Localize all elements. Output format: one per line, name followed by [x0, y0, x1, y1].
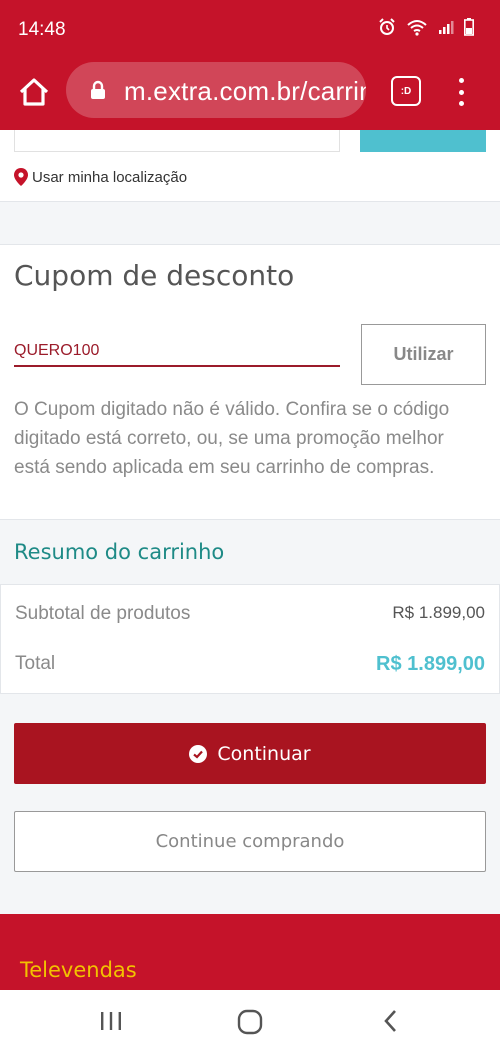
coupon-title: Cupom de desconto [14, 259, 295, 292]
televendas-label: Televendas [20, 958, 137, 982]
cep-input[interactable] [14, 130, 340, 152]
recent-apps-icon[interactable] [98, 1008, 124, 1034]
continue-label: Continuar [217, 742, 311, 765]
continue-shopping-button[interactable]: Continue comprando [14, 811, 486, 872]
battery-icon [464, 18, 474, 36]
lock-icon [91, 80, 105, 99]
use-location-label: Usar minha localização [32, 168, 188, 186]
coupon-input[interactable] [14, 327, 340, 367]
back-icon[interactable] [380, 1008, 402, 1034]
continue-button[interactable]: Continuar [14, 723, 486, 784]
status-time: 14:48 [18, 19, 66, 40]
system-nav-bar [0, 990, 500, 1056]
signal-icon [439, 21, 454, 34]
more-vert-icon[interactable] [452, 74, 470, 110]
use-location-link[interactable]: Usar minha localização [14, 168, 187, 186]
apply-coupon-button[interactable]: Utilizar [361, 324, 486, 385]
address-bar[interactable]: m.extra.com.br/carrinho [66, 62, 366, 118]
wifi-icon [407, 20, 427, 36]
url-text: m.extra.com.br/carrinho [124, 76, 366, 106]
tab-switcher-icon[interactable]: :D [391, 76, 421, 106]
coupon-section: Cupom de desconto Utilizar O Cupom digit… [0, 244, 500, 520]
cep-section: Usar minha localização [0, 130, 500, 202]
alarm-icon [379, 18, 395, 35]
subtotal-value: R$ 1.899,00 [392, 603, 485, 622]
cart-summary: Subtotal de produtos R$ 1.899,00 Total R… [0, 584, 500, 694]
coupon-error-message: O Cupom digitado não é válido. Confira s… [14, 399, 450, 478]
total-value: R$ 1.899,00 [376, 653, 485, 675]
check-circle-icon [189, 744, 208, 763]
cep-submit-button[interactable] [360, 130, 486, 152]
status-bar: 14:48 [0, 0, 500, 58]
total-label: Total [15, 653, 56, 674]
home-icon[interactable] [16, 74, 52, 110]
cart-summary-title: Resumo do carrinho [14, 540, 225, 564]
subtotal-label: Subtotal de produtos [15, 603, 191, 624]
browser-toolbar: m.extra.com.br/carrinho :D [0, 58, 500, 130]
total-row: Total R$ 1.899,00 [15, 653, 485, 676]
footer: Televendas [0, 914, 500, 990]
home-nav-icon[interactable] [236, 1008, 264, 1036]
subtotal-row: Subtotal de produtos R$ 1.899,00 [15, 603, 485, 625]
status-icons [378, 18, 474, 36]
page-content: Usar minha localização Cupom de desconto… [0, 130, 500, 990]
map-pin-icon [14, 168, 28, 186]
